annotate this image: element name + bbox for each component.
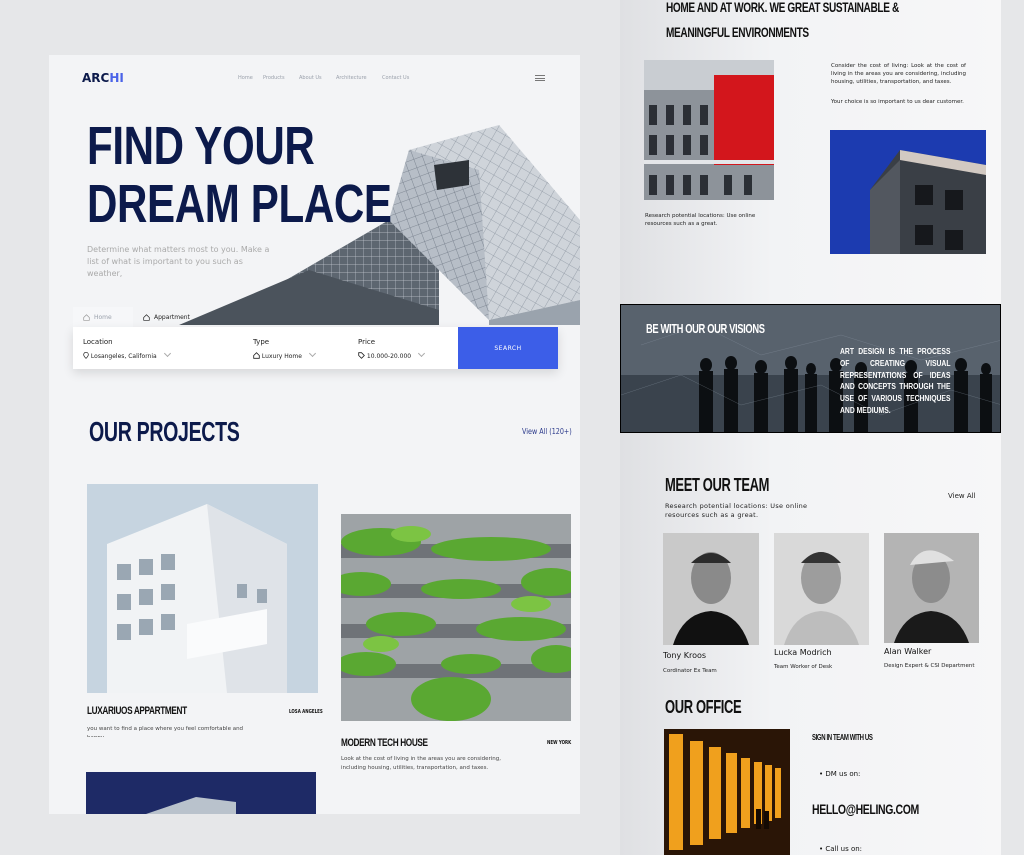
call-label-text: Call us on:: [825, 845, 863, 853]
location-pin-icon: [83, 351, 89, 359]
logo-main: ARC: [82, 71, 110, 85]
nav-architecture[interactable]: Architecture: [336, 75, 367, 81]
office-image: [664, 729, 790, 855]
location-value: Losangeles, California: [90, 353, 157, 360]
search-button[interactable]: SEARCH: [458, 327, 558, 369]
cost-of-living-text: Consider the cost of living: Look at the…: [831, 63, 966, 85]
house-icon: [253, 352, 260, 359]
team-member-photo: [663, 533, 759, 645]
nav-products[interactable]: Products: [263, 75, 285, 81]
team-member-photo: [884, 533, 979, 643]
logo-accent: HI: [109, 71, 124, 85]
about-heading-line1: HOME AND AT WORK. WE GREAT SUSTAINABLE &: [666, 0, 899, 15]
price-label: Price: [358, 338, 376, 346]
member-role: Cordinator Ex Team: [663, 668, 717, 674]
office-title: OUR OFFICE: [665, 697, 742, 717]
hamburger-menu-icon[interactable]: [535, 75, 545, 81]
member-role: Design Expert & CSI Department: [884, 663, 975, 669]
tab-appartment-label: Appartment: [154, 314, 190, 321]
chevron-down-icon: [163, 349, 171, 358]
member-name: Lucka Modrich: [774, 648, 832, 657]
team-member-card[interactable]: Tony Kroos Cordinator Ex Team: [663, 533, 759, 674]
choice-text: Your choice is so important to us dear c…: [831, 99, 964, 105]
price-tag-icon: [358, 352, 365, 359]
hero-title-line2: DREAM PLACE: [87, 174, 392, 234]
vision-title: BE WITH OUR OUR VISIONS: [646, 321, 765, 336]
hero-title: FIND YOUR DREAM PLACE: [87, 117, 392, 233]
location-value-row: Losangeles, California: [83, 349, 171, 360]
landing-page-preview: ARCHI Home Products About Us Architectur…: [49, 55, 580, 814]
hero-title-line1: FIND YOUR: [87, 116, 315, 176]
locations-caption: Research potential locations: Use online…: [645, 213, 756, 227]
about-page-preview: HOME AND AT WORK. WE GREAT SUSTAINABLE &…: [620, 0, 1001, 855]
member-role: Team Worker of Desk: [774, 664, 833, 670]
contact-email[interactable]: HELLO@HELING.COM: [812, 801, 919, 817]
nav-contact[interactable]: Contact Us: [382, 75, 409, 81]
dm-label-text: DM us on:: [825, 770, 861, 778]
team-description: Research potential locations: Use online…: [665, 502, 808, 519]
tab-appartment[interactable]: Appartment: [133, 307, 193, 328]
call-label: • Call us on:: [819, 845, 863, 853]
location-label: Location: [83, 338, 113, 346]
price-value: 10.000-20.000: [366, 353, 412, 360]
projects-view-all-link[interactable]: View All (120+): [522, 427, 572, 436]
type-value: Luxury Home: [261, 353, 302, 360]
about-heading-line2: MEANINGFUL ENVIRONMENTS: [666, 24, 809, 40]
dm-label: • DM us on:: [819, 770, 861, 778]
member-name: Alan Walker: [884, 647, 932, 656]
logo[interactable]: ARCHI: [82, 71, 124, 85]
team-title: MEET OUR TEAM: [665, 475, 770, 495]
project-location: LOSA ANGELES: [289, 709, 323, 715]
team-member-card[interactable]: Alan Walker Design Expert & CSI Departme…: [884, 533, 980, 669]
hero-description: Determine what matters most to you. Make…: [87, 245, 270, 278]
chevron-down-icon: [308, 349, 317, 358]
vision-banner: BE WITH OUR OUR VISIONS ART DESIGN IS TH…: [620, 304, 1001, 433]
team-member-photo: [774, 533, 869, 645]
tab-home-label: Home: [94, 314, 112, 321]
project-image-third[interactable]: [86, 772, 316, 814]
project-location: NEW YORK: [547, 740, 572, 746]
search-tabs: Home Appartment: [73, 307, 193, 328]
price-field[interactable]: Price 10.000-20.000: [348, 327, 458, 369]
price-value-row: 10.000-20.000: [358, 349, 426, 360]
nav-about[interactable]: About Us: [299, 75, 322, 81]
nav-home[interactable]: Home: [238, 75, 253, 81]
type-value-row: Luxury Home: [253, 349, 317, 360]
location-field[interactable]: Location Losangeles, California: [73, 327, 243, 369]
about-heading: HOME AND AT WORK. WE GREAT SUSTAINABLE &…: [666, 0, 899, 45]
search-bar: Location Losangeles, California Type Lux…: [73, 327, 558, 369]
project-description: Look at the cost of living in the areas …: [341, 756, 502, 771]
house-icon: [143, 314, 150, 321]
blue-sky-building-image: [830, 130, 986, 254]
team-member-card[interactable]: Lucka Modrich Team Worker of Desk: [774, 533, 870, 670]
type-label: Type: [253, 338, 270, 346]
chevron-down-icon: [418, 349, 426, 358]
type-field[interactable]: Type Luxury Home: [243, 327, 348, 369]
project-image-apartment[interactable]: [87, 484, 318, 693]
project-description: you want to find a place where you feel …: [87, 726, 244, 737]
member-name: Tony Kroos: [663, 651, 707, 660]
project-title: LUXARIUOS APPARTMENT: [87, 705, 187, 717]
project-image-tech-house[interactable]: [341, 514, 571, 721]
project-title: MODERN TECH HOUSE: [341, 737, 428, 749]
red-building-image: [644, 60, 774, 200]
projects-title: OUR PROJECTS: [89, 416, 240, 447]
vision-text: ART DESIGN IS THE PROCESS OF CREATING VI…: [840, 347, 951, 415]
signin-heading[interactable]: SIGN IN TEAM WITH US: [812, 733, 873, 742]
team-view-all-link[interactable]: View All: [948, 492, 976, 500]
home-icon: [83, 314, 90, 321]
tab-home[interactable]: Home: [73, 307, 133, 328]
